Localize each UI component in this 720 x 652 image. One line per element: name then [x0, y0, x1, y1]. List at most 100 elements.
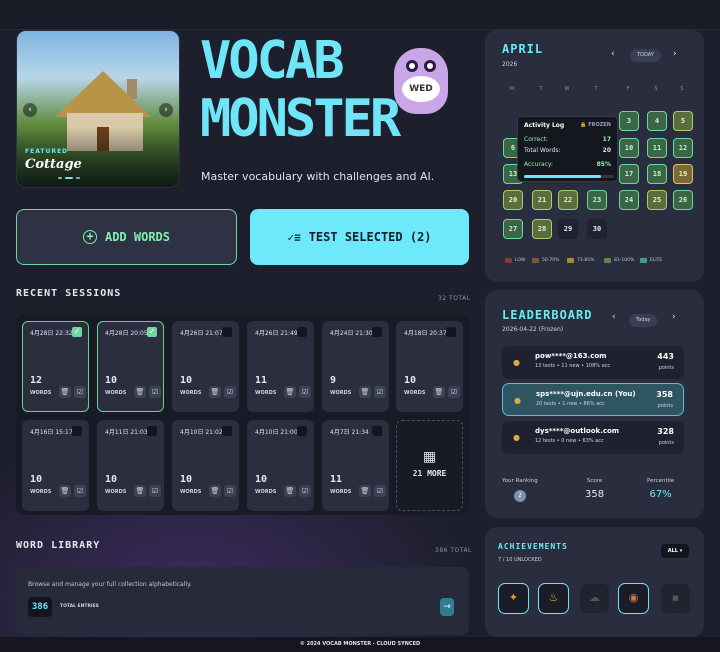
- trash-icon[interactable]: 🗑: [134, 386, 146, 398]
- word-library-card[interactable]: Browse and manage your full collection a…: [16, 567, 469, 635]
- session-date: 4月28日 22:32: [30, 330, 73, 337]
- calendar-day[interactable]: 22: [558, 190, 578, 210]
- session-date: 4月16日 15:17: [30, 429, 73, 436]
- test-selected-button[interactable]: ✓≡ TEST SELECTED (2): [250, 209, 469, 265]
- trash-icon[interactable]: 🗑: [433, 386, 445, 398]
- tooltip-title: Activity Log: [524, 122, 565, 129]
- session-select-checkbox[interactable]: [446, 327, 456, 337]
- lock-icon[interactable]: ▪: [660, 583, 691, 614]
- carousel-next-icon[interactable]: ›: [159, 103, 173, 117]
- leaderboard-meta: 12 tests • 0 new • 63% acc: [535, 438, 604, 444]
- session-card[interactable]: 4月28日 20:05 ✓ 10 WORDS 🗑 ☑: [97, 321, 164, 412]
- recent-sessions-heading: RECENT SESSIONS: [16, 288, 122, 299]
- check-square-icon[interactable]: ☑: [224, 386, 236, 398]
- calendar-next-icon[interactable]: ›: [673, 49, 677, 59]
- trash-icon[interactable]: 🗑: [59, 485, 71, 497]
- check-square-icon[interactable]: ☑: [74, 485, 86, 497]
- calendar-today-button[interactable]: TODAY: [630, 49, 661, 62]
- leaderboard-row[interactable]: ● pow****@163.com 13 tests • 11 new • 108%…: [502, 346, 684, 379]
- calendar-day[interactable]: 18: [647, 164, 667, 184]
- flame-icon[interactable]: ♨: [538, 583, 569, 614]
- leaderboard-next-icon[interactable]: ›: [672, 312, 676, 322]
- legend-label: 71-85%: [577, 258, 595, 263]
- trash-icon[interactable]: 🗑: [284, 485, 296, 497]
- calendar-day[interactable]: 20: [503, 190, 523, 210]
- open-library-arrow-icon[interactable]: →: [440, 598, 454, 616]
- calendar-day[interactable]: 29: [558, 219, 578, 239]
- trash-icon[interactable]: 🗑: [359, 485, 371, 497]
- calendar-day[interactable]: 4: [647, 111, 667, 131]
- calendar-day[interactable]: 12: [673, 138, 693, 158]
- leaderboard-period-button[interactable]: Today: [629, 314, 658, 327]
- add-words-button[interactable]: + ADD WORDS: [16, 209, 237, 265]
- session-select-checkbox[interactable]: [147, 426, 157, 436]
- calendar-day[interactable]: 26: [673, 190, 693, 210]
- achievements-filter-select[interactable]: ALL ▾: [661, 544, 689, 558]
- session-card[interactable]: 4月26日 21:07 10 WORDS 🗑 ☑: [172, 321, 239, 412]
- session-card[interactable]: 4月18日 20:37 10 WORDS 🗑 ☑: [396, 321, 463, 412]
- session-select-checkbox[interactable]: ✓: [72, 327, 82, 337]
- tooltip-frozen-status: 🔒 FROZEN: [580, 122, 611, 128]
- owl-icon[interactable]: ◉: [618, 583, 649, 614]
- featured-word-card[interactable]: ‹ › FEATURED Cottage: [16, 30, 180, 188]
- trash-icon[interactable]: 🗑: [134, 485, 146, 497]
- check-square-icon[interactable]: ☑: [299, 485, 311, 497]
- carousel-prev-icon[interactable]: ‹: [23, 103, 37, 117]
- calendar-day[interactable]: 27: [503, 219, 523, 239]
- carousel-dots[interactable]: [58, 177, 80, 179]
- session-select-checkbox[interactable]: [297, 426, 307, 436]
- mascot-sign: WED: [402, 76, 440, 102]
- check-square-icon[interactable]: ☑: [374, 386, 386, 398]
- calendar-day[interactable]: 19: [673, 164, 693, 184]
- calendar-day[interactable]: 25: [647, 190, 667, 210]
- check-square-icon[interactable]: ☑: [299, 386, 311, 398]
- calendar-day[interactable]: 30: [587, 219, 607, 239]
- session-card[interactable]: 4月26日 21:49 11 WORDS 🗑 ☑: [247, 321, 314, 412]
- session-words-label: WORDS: [105, 390, 127, 396]
- more-sessions-button[interactable]: ▦ 21 MORE: [396, 420, 463, 511]
- trash-icon[interactable]: 🗑: [284, 386, 296, 398]
- session-card[interactable]: 4月28日 22:32 ✓ 12 WORDS 🗑 ☑: [22, 321, 89, 412]
- session-select-checkbox[interactable]: ✓: [147, 327, 157, 337]
- calendar-day[interactable]: 10: [619, 138, 639, 158]
- check-square-icon[interactable]: ☑: [224, 485, 236, 497]
- session-select-checkbox[interactable]: [72, 426, 82, 436]
- weekday-label: S: [680, 86, 684, 92]
- calendar-day[interactable]: 17: [619, 164, 639, 184]
- compass-icon[interactable]: ✦: [498, 583, 529, 614]
- session-card[interactable]: 4月7日 21:34 11 WORDS 🗑 ☑: [322, 420, 389, 511]
- calendar-day[interactable]: 11: [647, 138, 667, 158]
- calendar-day[interactable]: 21: [532, 190, 552, 210]
- check-square-icon[interactable]: ☑: [149, 386, 161, 398]
- session-select-checkbox[interactable]: [222, 426, 232, 436]
- leaderboard-prev-icon[interactable]: ‹: [612, 312, 616, 322]
- calendar-day[interactable]: 28: [532, 219, 552, 239]
- session-select-checkbox[interactable]: [222, 327, 232, 337]
- trash-icon[interactable]: 🗑: [59, 386, 71, 398]
- score-label: Score: [586, 478, 603, 484]
- calendar-day[interactable]: 3: [619, 111, 639, 131]
- trash-icon[interactable]: 🗑: [209, 485, 221, 497]
- session-card[interactable]: 4月10日 21:02 10 WORDS 🗑 ☑: [172, 420, 239, 511]
- calendar-day[interactable]: 5: [673, 111, 693, 131]
- trash-icon[interactable]: 🗑: [359, 386, 371, 398]
- session-card[interactable]: 4月24日 21:30 9 WORDS 🗑 ☑: [322, 321, 389, 412]
- check-square-icon[interactable]: ☑: [74, 386, 86, 398]
- leaderboard-row[interactable]: ● dys****@outlook.com 12 tests • 0 new • 6…: [502, 421, 684, 454]
- chevron-down-icon: ▾: [679, 548, 683, 554]
- calendar-day[interactable]: 23: [587, 190, 607, 210]
- session-card[interactable]: 4月10日 21:00 10 WORDS 🗑 ☑: [247, 420, 314, 511]
- session-select-checkbox[interactable]: [372, 426, 382, 436]
- trash-icon[interactable]: 🗑: [209, 386, 221, 398]
- cloud-icon[interactable]: ☁: [579, 583, 610, 614]
- session-select-checkbox[interactable]: [372, 327, 382, 337]
- calendar-day[interactable]: 24: [619, 190, 639, 210]
- leaderboard-row[interactable]: ● sps****@ujn.edu.cn (You) 20 tests • 1 ne…: [502, 383, 684, 416]
- session-select-checkbox[interactable]: [297, 327, 307, 337]
- check-square-icon[interactable]: ☑: [448, 386, 460, 398]
- session-card[interactable]: 4月16日 15:17 10 WORDS 🗑 ☑: [22, 420, 89, 511]
- calendar-prev-icon[interactable]: ‹: [611, 49, 615, 59]
- session-card[interactable]: 4月11日 21:03 10 WORDS 🗑 ☑: [97, 420, 164, 511]
- check-square-icon[interactable]: ☑: [374, 485, 386, 497]
- check-square-icon[interactable]: ☑: [149, 485, 161, 497]
